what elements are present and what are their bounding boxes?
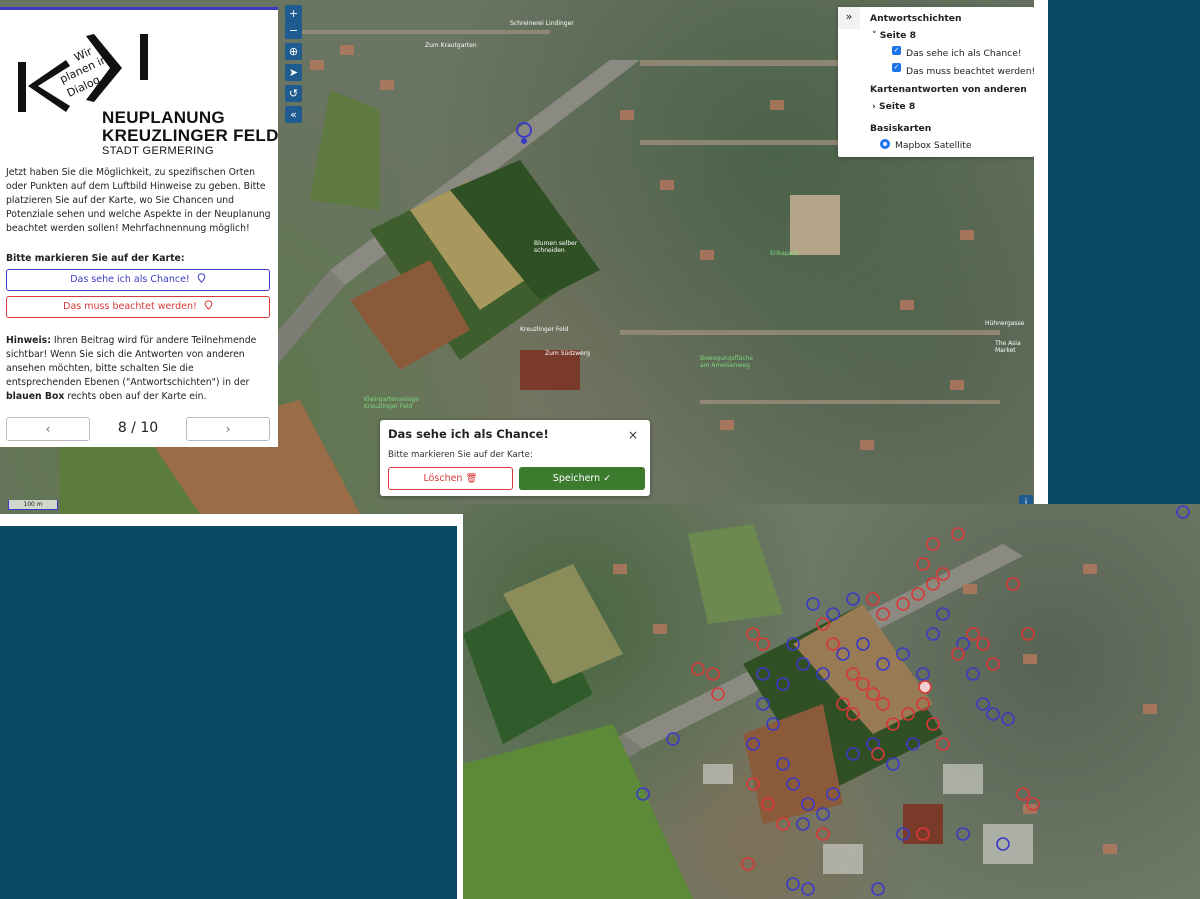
logo-title-line3: STADT GERMERING [102, 145, 214, 157]
logo: Wir planen im Dialog NEUPLANUNG KREUZLIN… [14, 30, 278, 160]
checkbox-chance[interactable]: ✓ [892, 46, 901, 55]
prev-page-button[interactable]: ‹ [6, 417, 90, 441]
map-label: Erikapark [770, 250, 799, 257]
save-button[interactable]: Speichern ✓ [519, 467, 645, 490]
app-screenshot: Zum Krautgarten Schreinerei Lindinger Bl… [0, 0, 1048, 526]
map-pin-icon [204, 300, 213, 310]
base-item-mapbox[interactable]: Mapbox Satellite [895, 140, 972, 151]
scale-bar: 100 m [8, 500, 58, 510]
undo-icon[interactable]: ↺ [285, 85, 302, 102]
collapse-icon[interactable]: « [285, 106, 302, 123]
info-panel: Wir planen im Dialog NEUPLANUNG KREUZLIN… [0, 7, 278, 447]
check-icon: ✓ [603, 473, 612, 484]
hint-body-2: rechts oben auf der Karte ein. [64, 391, 207, 402]
layer-group-others-label: Seite 8 [879, 101, 916, 112]
logo-title-line2: KREUZLINGER FELD [102, 126, 279, 145]
mark-attention-button[interactable]: Das muss beachtet werden! [6, 296, 270, 318]
close-icon[interactable]: × [628, 428, 638, 442]
chevron-left-icon: ‹ [45, 422, 51, 436]
zoom-out-button[interactable]: − [285, 22, 302, 39]
responses-satellite [463, 505, 1190, 899]
layer-group-page[interactable]: ˅ Seite 8 [872, 30, 916, 41]
intro-text: Jetzt haben Sie die Möglichkeit, zu spez… [6, 167, 271, 234]
logo-title-line1: NEUPLANUNG [102, 108, 225, 127]
map-label: Blumen selber schneiden [534, 240, 578, 254]
map-label: Kleingartenanlage Kreuzlinger Feld [364, 396, 419, 410]
map-label: The Asia Market [995, 340, 1021, 354]
delete-button[interactable]: Löschen 🗑 [388, 467, 513, 490]
delete-label: Löschen [423, 473, 463, 484]
chance-label: Das sehe ich als Chance! [70, 274, 190, 285]
logo-brackets-icon [18, 34, 148, 112]
trash-icon: 🗑 [465, 473, 478, 484]
map-label: Schreinerei Lindinger [510, 20, 574, 27]
map-label: Bewegungsfläche am Ameisenweg [700, 355, 754, 369]
layer-item-attention[interactable]: Das muss beachtet werden! [906, 66, 1034, 77]
page-indicator: 8 / 10 [117, 420, 159, 436]
map-pin-icon [197, 273, 206, 283]
responses-map [463, 504, 1200, 899]
layer-switcher: » Antwortschichten ˅ Seite 8 ✓ Das sehe … [838, 7, 1034, 157]
attention-label: Das muss beachtet werden! [63, 301, 197, 312]
hint-text: Hinweis: Ihren Beitrag wird für andere T… [6, 334, 272, 404]
layer-group-others[interactable]: › Seite 8 [872, 101, 915, 112]
popup-title: Das sehe ich als Chance! [388, 427, 549, 441]
next-page-button[interactable]: › [186, 417, 270, 441]
locate-icon[interactable]: ➤ [285, 64, 302, 81]
layers-heading-answers: Antwortschichten [870, 13, 962, 24]
hint-label: Hinweis: [6, 335, 51, 346]
layer-group-label: Seite 8 [879, 30, 917, 41]
zoom-in-button[interactable]: + [285, 5, 302, 22]
layers-heading-others: Kartenantworten von anderen [870, 84, 1027, 95]
map-label: Hühnergasse [985, 320, 1025, 327]
map-label: Zum Krautgarten [425, 42, 477, 49]
map-label: Kreuzlinger Feld [520, 326, 569, 333]
mark-heading: Bitte markieren Sie auf der Karte: [6, 253, 185, 264]
layer-toggle-button[interactable]: » [838, 7, 860, 29]
mark-chance-button[interactable]: Das sehe ich als Chance! [6, 269, 270, 291]
map-label: Zum Südzwerg [545, 350, 591, 357]
popup-subtitle: Bitte markieren Sie auf der Karte: [388, 450, 533, 460]
marker-popup: Das sehe ich als Chance! × Bitte markier… [380, 420, 650, 496]
zoom-extent-icon[interactable]: ⊕ [285, 43, 302, 60]
layer-item-chance[interactable]: Das sehe ich als Chance! [906, 48, 1022, 59]
hint-bold: blauen Box [6, 391, 65, 402]
checkbox-attention[interactable]: ✓ [892, 63, 901, 72]
radio-mapbox[interactable] [880, 139, 890, 149]
save-label: Speichern [552, 473, 601, 484]
chevron-right-icon: › [225, 422, 231, 436]
layers-heading-base: Basiskarten [870, 123, 932, 134]
